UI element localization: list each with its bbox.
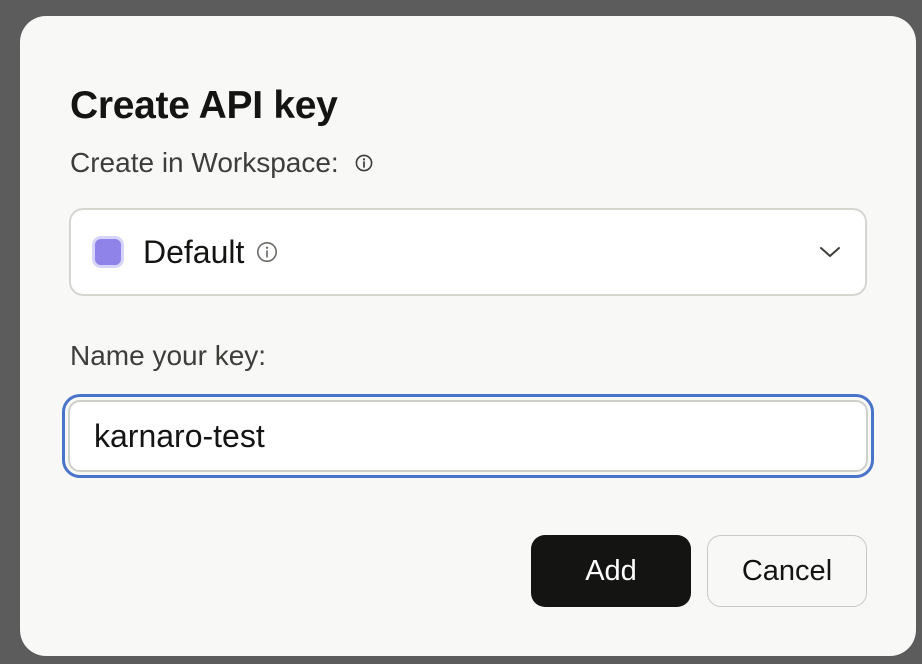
workspace-label: Create in Workspace: <box>70 147 339 178</box>
key-name-label: Name your key: <box>70 340 267 371</box>
workspace-color-swatch <box>95 239 121 265</box>
chevron-down-icon <box>819 245 841 259</box>
cancel-button[interactable]: Cancel <box>707 535 867 607</box>
create-api-key-dialog: Create API key Create in Workspace: Defa… <box>20 16 916 656</box>
default-workspace-info-icon[interactable] <box>256 241 278 263</box>
key-name-focus-ring <box>62 394 874 478</box>
workspace-info-icon[interactable] <box>355 154 373 172</box>
workspace-label-row: Create in Workspace: <box>70 149 373 177</box>
workspace-select-value: Default <box>143 234 245 270</box>
dialog-title: Create API key <box>70 84 338 127</box>
workspace-select[interactable]: Default <box>69 208 867 296</box>
add-button[interactable]: Add <box>531 535 691 607</box>
key-name-input[interactable] <box>68 400 868 472</box>
